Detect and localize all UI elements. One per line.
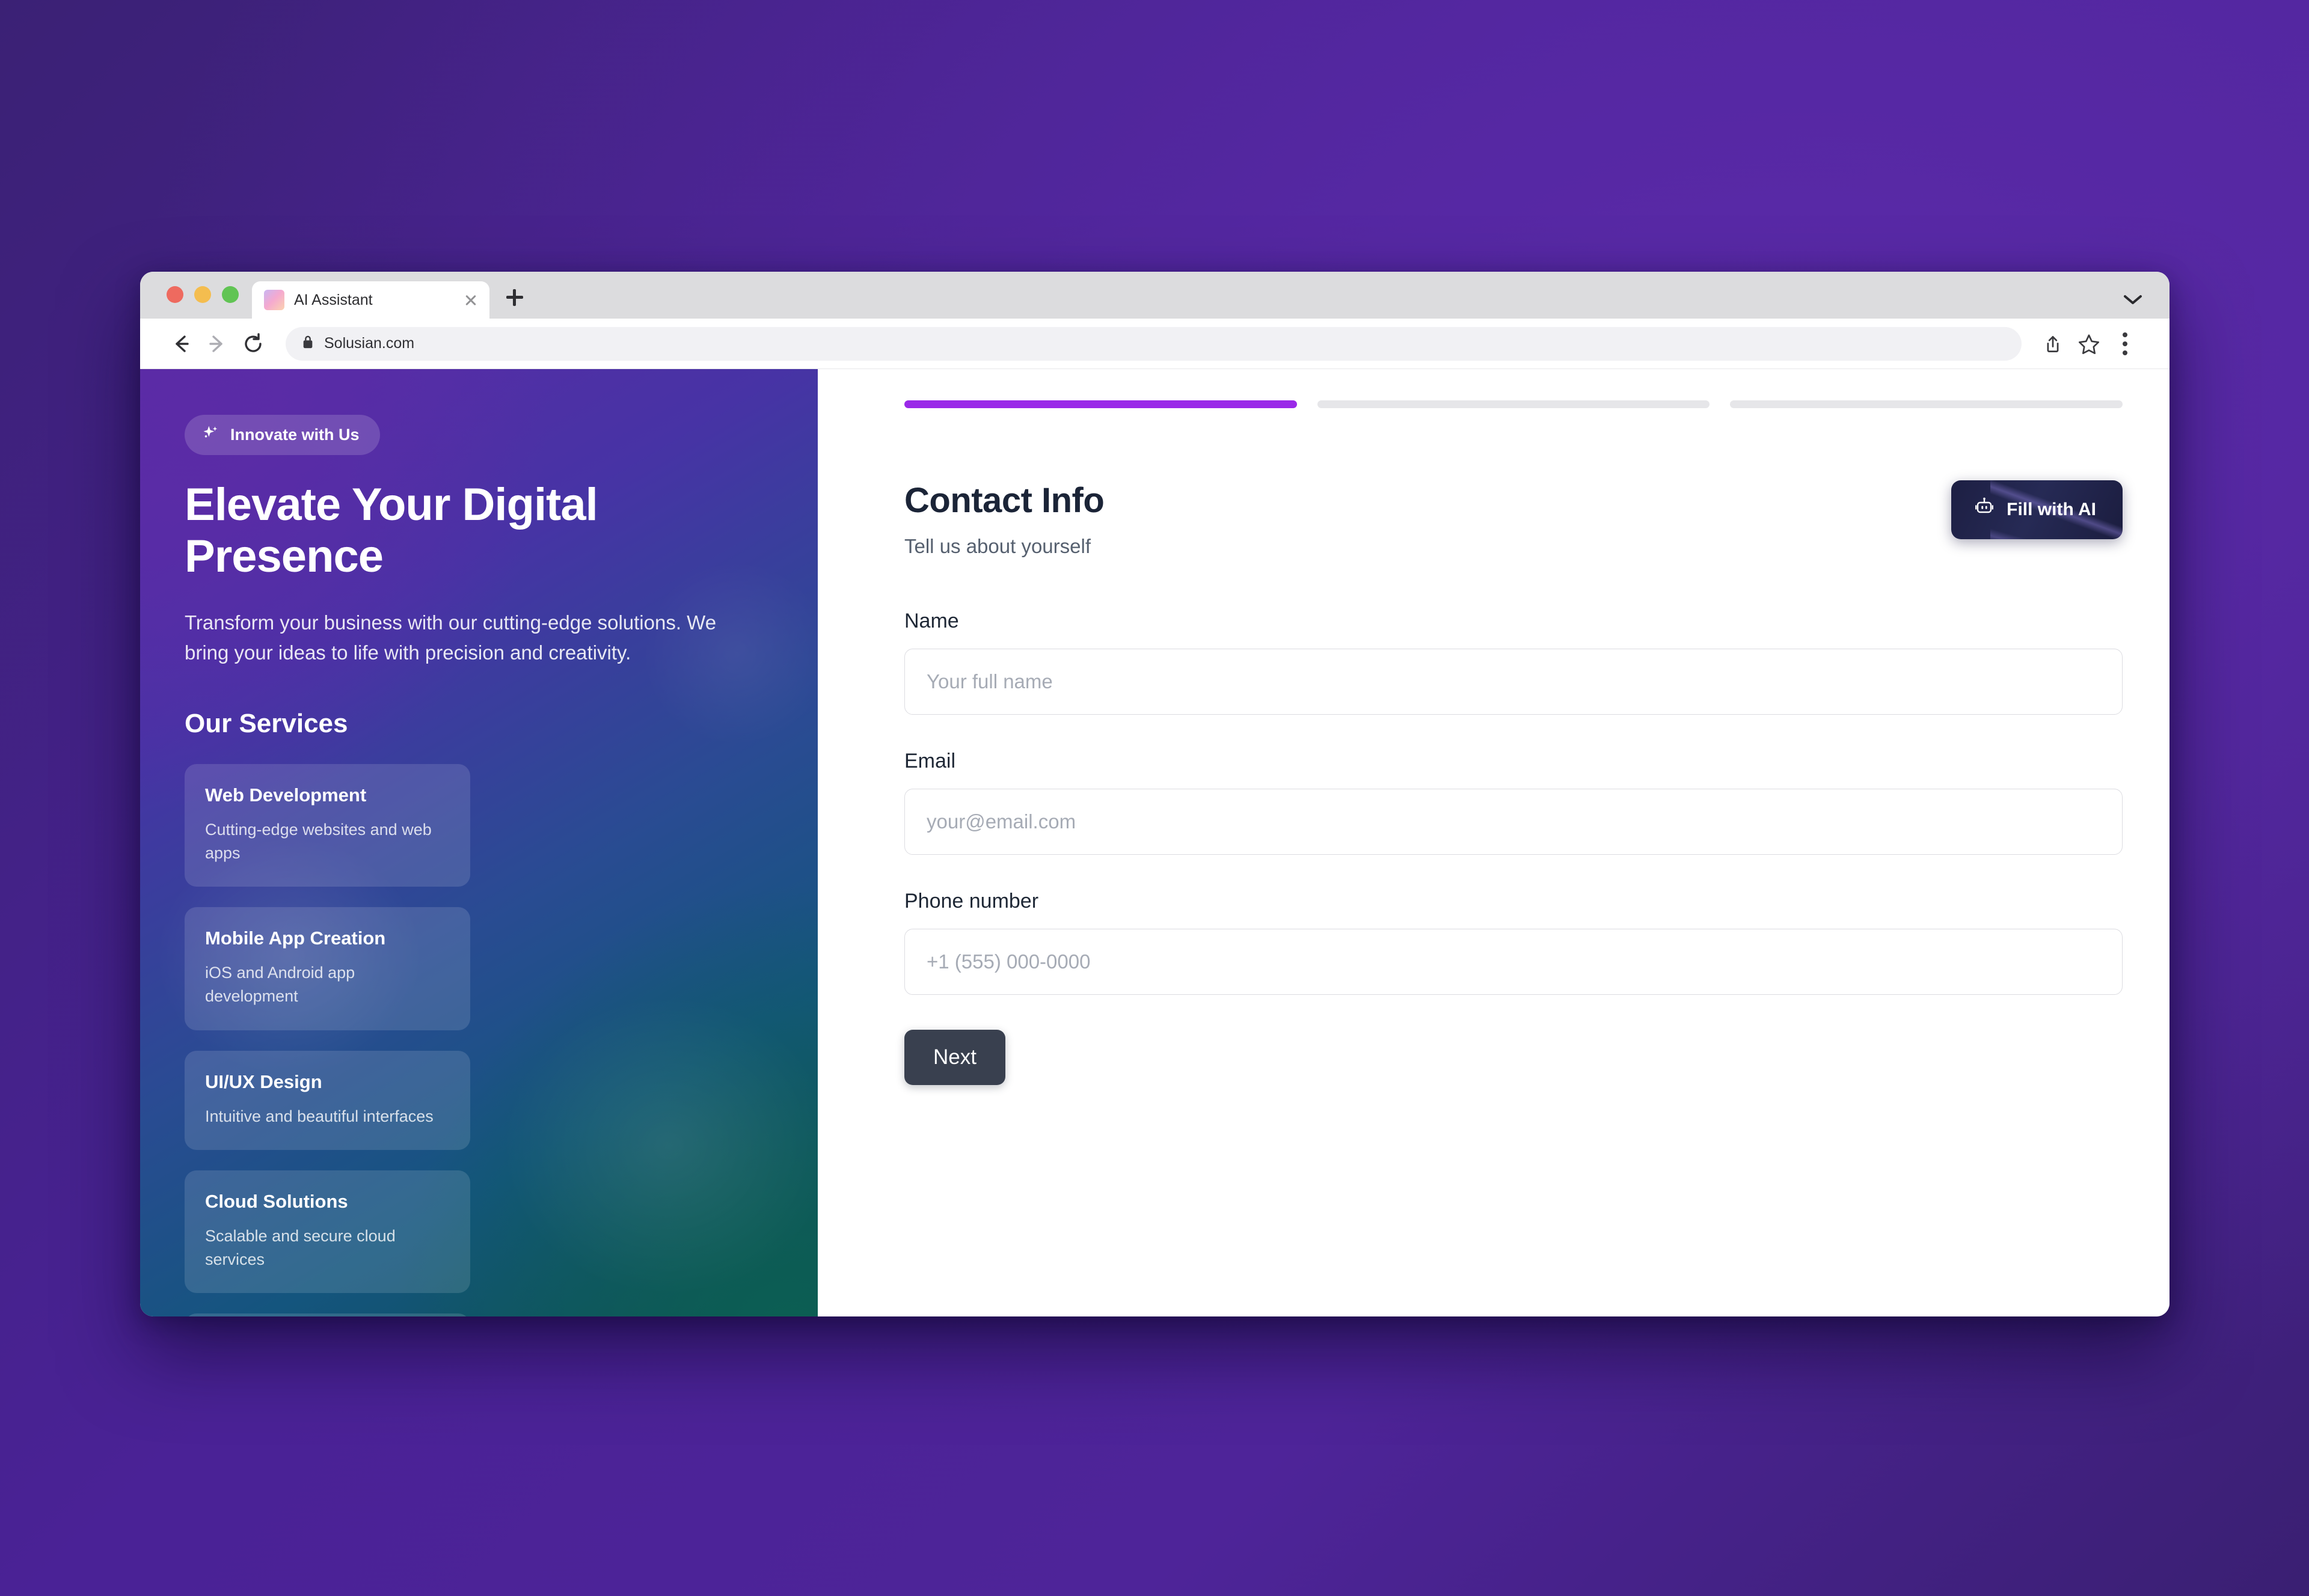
services-card-grid: Web Development Cutting-edge websites an… xyxy=(185,764,773,1316)
lock-icon xyxy=(301,334,314,353)
service-card[interactable]: Mobile App Creation iOS and Android app … xyxy=(185,907,470,1030)
service-card[interactable]: Web Development Cutting-edge websites an… xyxy=(185,764,470,887)
plus-icon[interactable] xyxy=(498,280,532,314)
step-segment-2 xyxy=(1317,400,1710,408)
innovate-badge-label: Innovate with Us xyxy=(230,426,360,444)
form-header: Contact Info Tell us about yourself Fill… xyxy=(904,480,2123,558)
close-icon[interactable] xyxy=(462,291,480,309)
service-card[interactable]: Cloud Solutions Scalable and secure clou… xyxy=(185,1170,470,1294)
contact-form-fields: Name Email Phone number Next xyxy=(904,610,2123,1085)
browser-tab[interactable]: AI Assistant xyxy=(252,281,489,319)
sparkles-icon xyxy=(201,424,219,445)
browser-toolbar: Solusian.com xyxy=(140,319,2169,369)
phone-input[interactable] xyxy=(904,929,2123,995)
email-input[interactable] xyxy=(904,789,2123,855)
close-window-button[interactable] xyxy=(167,286,183,303)
service-card-title: Web Development xyxy=(205,784,367,806)
form-subtitle: Tell us about yourself xyxy=(904,535,1091,557)
tab-favicon-icon xyxy=(264,290,284,310)
step-progress-indicator xyxy=(904,400,2123,408)
page-content: Innovate with Us Elevate Your Digital Pr… xyxy=(140,369,2169,1316)
form-title: Contact Info xyxy=(904,481,1105,520)
service-card[interactable]: AI Integration Smart solutions for your … xyxy=(185,1313,470,1316)
name-input[interactable] xyxy=(904,649,2123,715)
form-panel: Contact Info Tell us about yourself Fill… xyxy=(818,369,2169,1316)
service-card-description: iOS and Android app development xyxy=(205,964,355,1006)
fill-with-ai-label: Fill with AI xyxy=(2007,500,2096,519)
fill-with-ai-button[interactable]: Fill with AI xyxy=(1951,480,2123,539)
star-icon[interactable] xyxy=(2071,326,2107,362)
service-card-description: Intuitive and beautiful interfaces xyxy=(205,1107,434,1125)
phone-field-label: Phone number xyxy=(904,890,1039,913)
share-icon[interactable] xyxy=(2035,326,2071,362)
hero-title: Elevate Your Digital Presence xyxy=(185,479,598,582)
service-card[interactable]: UI/UX Design Intuitive and beautiful int… xyxy=(185,1050,470,1150)
service-card-description: Cutting-edge websites and web apps xyxy=(205,821,432,863)
service-card-title: Mobile App Creation xyxy=(205,928,386,949)
maximize-window-button[interactable] xyxy=(222,286,239,303)
arrow-right-icon[interactable] xyxy=(199,326,235,362)
name-field-label: Name xyxy=(904,610,959,632)
step-segment-3 xyxy=(1730,400,2123,408)
chevron-down-icon[interactable] xyxy=(2123,293,2143,305)
hero-subtitle: Transform your business with our cutting… xyxy=(185,611,717,664)
kebab-menu-icon[interactable] xyxy=(2107,326,2143,362)
robot-icon xyxy=(1974,497,1995,522)
tab-title: AI Assistant xyxy=(294,291,373,308)
hero-panel: Innovate with Us Elevate Your Digital Pr… xyxy=(140,369,818,1316)
reload-icon[interactable] xyxy=(235,326,271,362)
arrow-left-icon[interactable] xyxy=(163,326,199,362)
email-field-group: Email xyxy=(904,750,2123,855)
step-segment-1 xyxy=(904,400,1297,408)
service-card-description: Scalable and secure cloud services xyxy=(205,1226,396,1268)
address-bar[interactable]: Solusian.com xyxy=(286,326,2022,361)
phone-field-group: Phone number xyxy=(904,890,2123,995)
service-card-title: UI/UX Design xyxy=(205,1071,322,1092)
window-traffic-lights xyxy=(140,286,239,319)
minimize-window-button[interactable] xyxy=(194,286,211,303)
address-bar-url: Solusian.com xyxy=(324,335,415,352)
innovate-badge: Innovate with Us xyxy=(185,415,380,455)
form-heading-group: Contact Info Tell us about yourself xyxy=(904,480,1105,558)
browser-window: AI Assistant Solusian.com Innovate with … xyxy=(140,272,2169,1316)
next-button[interactable]: Next xyxy=(904,1030,1005,1085)
services-heading: Our Services xyxy=(185,709,348,739)
email-field-label: Email xyxy=(904,750,956,772)
service-card-title: Cloud Solutions xyxy=(205,1190,348,1212)
browser-tab-strip: AI Assistant xyxy=(140,272,2169,319)
name-field-group: Name xyxy=(904,610,2123,715)
